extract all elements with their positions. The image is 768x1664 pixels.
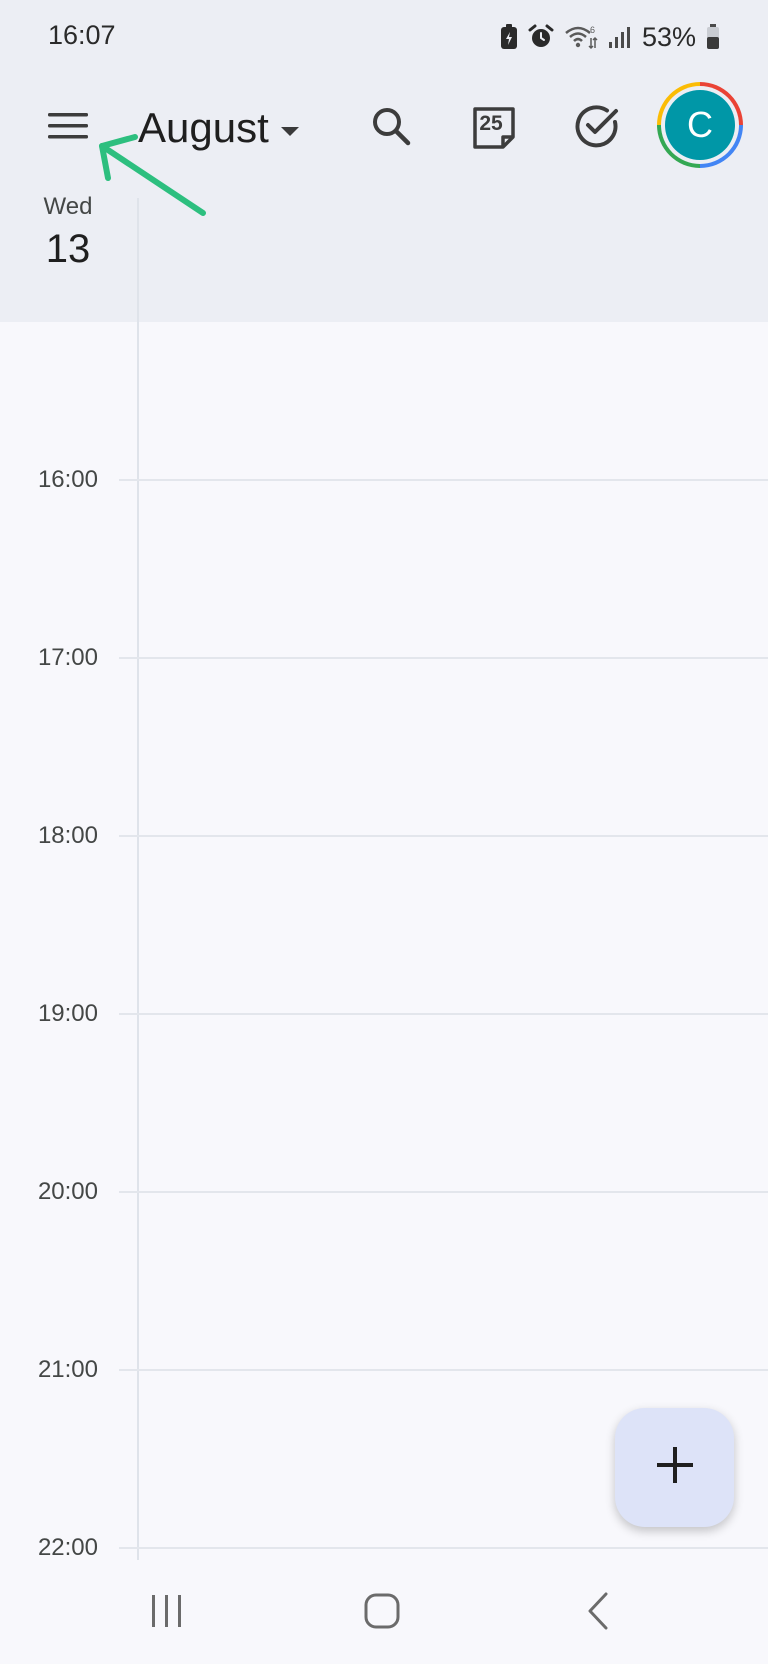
recents-icon xyxy=(150,1594,184,1633)
day-number: 13 xyxy=(45,227,91,271)
hour-label: 19:00 xyxy=(37,1000,98,1027)
tasks-button[interactable] xyxy=(565,96,629,160)
hour-label: 18:00 xyxy=(37,822,98,849)
day-weekday: Wed xyxy=(43,193,93,220)
back-button[interactable] xyxy=(558,1580,638,1646)
day-header[interactable]: Wed 13 xyxy=(30,192,106,274)
hour-gridline xyxy=(119,1369,768,1371)
status-time: 16:07 xyxy=(48,20,116,50)
hour-gridline xyxy=(119,835,768,837)
recents-button[interactable] xyxy=(127,1580,207,1646)
svg-text:6: 6 xyxy=(590,25,595,35)
hour-label: 16:00 xyxy=(37,466,98,493)
avatar: C xyxy=(665,90,735,160)
hour-slot[interactable]: 18:00 xyxy=(0,816,768,856)
search-icon xyxy=(370,105,412,152)
hour-slot[interactable]: 21:00 xyxy=(0,1350,768,1390)
search-button[interactable] xyxy=(359,96,423,160)
main-menu-button[interactable] xyxy=(38,98,98,158)
hour-label: 20:00 xyxy=(37,1178,98,1205)
tasks-check-icon xyxy=(574,103,620,154)
battery-percent: 53% xyxy=(641,21,696,52)
month-selector[interactable]: August xyxy=(138,100,299,156)
battery-icon xyxy=(706,24,720,50)
hour-label: 21:00 xyxy=(37,1356,98,1383)
signal-icon xyxy=(608,25,632,49)
avatar-ring-gap: C xyxy=(661,86,739,164)
hour-slot[interactable]: 19:00 xyxy=(0,994,768,1034)
wifi-6-icon: 6 xyxy=(564,24,598,50)
hour-label: 22:00 xyxy=(37,1534,98,1561)
dropdown-caret-icon xyxy=(280,126,299,136)
hour-gridline xyxy=(119,479,768,481)
hour-slot[interactable]: 16:00 xyxy=(0,460,768,500)
back-icon xyxy=(586,1592,610,1635)
status-icons: 6 53% xyxy=(500,20,720,54)
home-icon xyxy=(364,1593,400,1634)
month-label: August xyxy=(138,104,269,151)
hour-gridline xyxy=(119,1191,768,1193)
hour-slot[interactable]: 20:00 xyxy=(0,1172,768,1212)
account-avatar-button[interactable]: C xyxy=(657,82,743,168)
create-event-fab[interactable] xyxy=(615,1408,734,1527)
hour-gridline xyxy=(119,1013,768,1015)
alarm-icon xyxy=(528,24,554,50)
hour-slot[interactable]: 17:00 xyxy=(0,638,768,678)
hamburger-menu-icon xyxy=(48,111,88,146)
plus-icon xyxy=(655,1445,695,1490)
battery-saver-icon xyxy=(500,24,518,50)
calendar-today-icon: 25 xyxy=(471,105,517,151)
hour-slot[interactable]: 22:00 xyxy=(0,1528,768,1568)
today-button[interactable]: 25 xyxy=(462,96,526,160)
hour-gridline xyxy=(119,1547,768,1549)
today-date-number: 25 xyxy=(479,112,503,135)
home-button[interactable] xyxy=(342,1580,422,1646)
hour-gridline xyxy=(119,657,768,659)
hour-label: 17:00 xyxy=(37,644,98,671)
